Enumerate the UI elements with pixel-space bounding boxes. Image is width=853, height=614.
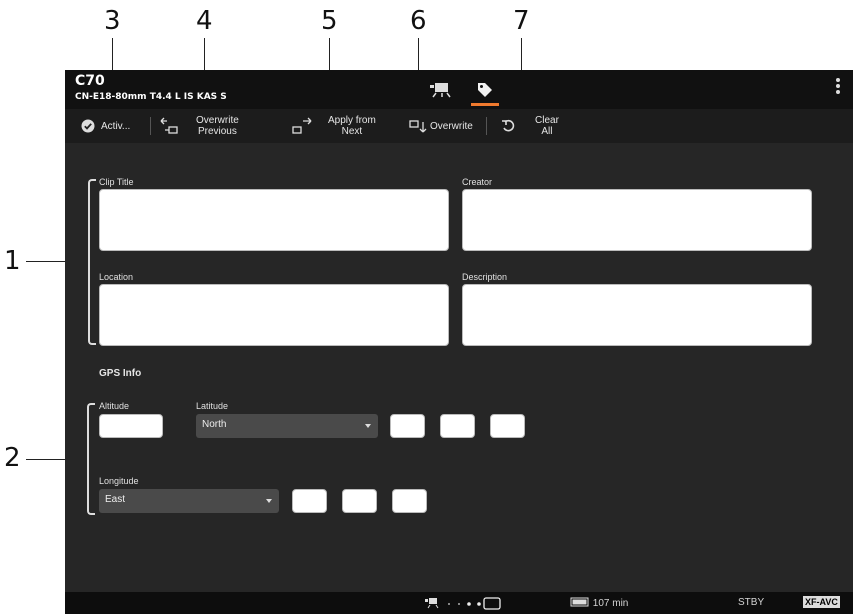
more-menu-icon[interactable] — [833, 76, 843, 98]
longitude-seconds-field[interactable] — [392, 489, 427, 513]
description-field[interactable] — [462, 284, 812, 346]
callout-7: 7 — [513, 6, 530, 36]
battery-status: 107 min — [570, 597, 628, 609]
callout-5: 5 — [321, 6, 338, 36]
undo-icon — [502, 119, 515, 132]
page-dots-icon — [425, 597, 501, 610]
overwrite-label: Overwrite — [430, 120, 473, 132]
apply-next-label-1: Apply from — [328, 115, 376, 126]
apply-from-next-button[interactable]: Apply from Next — [290, 109, 376, 143]
model-name: C70 — [75, 73, 105, 89]
tab-camera[interactable] — [420, 70, 460, 109]
latitude-degrees-field[interactable] — [390, 414, 425, 438]
recording-mode: STBY — [738, 597, 765, 608]
longitude-value: East — [105, 494, 126, 505]
overwrite-previous-button[interactable]: Overwrite Previous — [158, 109, 239, 143]
battery-time: 107 min — [592, 598, 629, 609]
callout-4: 4 — [196, 6, 213, 36]
status-bar: 107 min STBY XF-AVC — [65, 592, 853, 614]
clear-all-button[interactable]: Clear All — [501, 109, 559, 143]
callout-2: 2 — [4, 443, 21, 473]
activate-button[interactable]: Activ... — [81, 109, 130, 143]
callout-3: 3 — [104, 6, 121, 36]
latitude-minutes-field[interactable] — [440, 414, 475, 438]
clear-all-label-1: Clear — [535, 115, 559, 126]
overwrite-icon — [409, 120, 427, 133]
page-indicator — [425, 596, 520, 613]
location-field[interactable] — [99, 284, 449, 346]
creator-field[interactable] — [462, 189, 812, 251]
activate-label: Activ... — [101, 120, 131, 132]
check-circle-icon — [81, 119, 95, 133]
video-format: XF-AVC — [803, 596, 840, 608]
lens-name: CN-E18-80mm T4.4 L IS KAS S — [75, 92, 227, 102]
toolbar: Activ... Overwrite Previous Apply from N… — [65, 109, 853, 143]
overwrite-button[interactable]: Overwrite — [409, 109, 473, 143]
longitude-label: Longitude — [99, 476, 139, 486]
tag-icon — [478, 82, 492, 97]
overwrite-previous-icon — [160, 117, 178, 134]
camera-screen: C70 CN-E18-80mm T4.4 L IS KAS S Activ... — [65, 70, 853, 614]
callout-2-bracket — [87, 403, 95, 515]
longitude-degrees-field[interactable] — [292, 489, 327, 513]
camera-icon — [430, 82, 451, 97]
callout-1: 1 — [4, 246, 21, 276]
callout-6: 6 — [410, 6, 427, 36]
location-label: Location — [99, 272, 134, 282]
chevron-down-icon — [266, 499, 272, 503]
battery-icon — [570, 597, 589, 607]
overwrite-previous-label-2: Previous — [197, 126, 237, 137]
chevron-down-icon — [365, 424, 371, 428]
top-bar: C70 CN-E18-80mm T4.4 L IS KAS S — [65, 70, 853, 109]
altitude-field[interactable] — [99, 414, 163, 438]
creator-label: Creator — [462, 177, 493, 187]
latitude-select[interactable]: North — [196, 414, 378, 438]
apply-next-icon — [292, 117, 312, 134]
toolbar-divider — [486, 117, 487, 135]
altitude-label: Altitude — [99, 401, 130, 411]
clip-title-label: Clip Title — [99, 177, 134, 187]
latitude-seconds-field[interactable] — [490, 414, 525, 438]
latitude-label: Latitude — [196, 401, 229, 411]
longitude-minutes-field[interactable] — [342, 489, 377, 513]
clip-title-field[interactable] — [99, 189, 449, 251]
longitude-select[interactable]: East — [99, 489, 279, 513]
callout-1-bracket — [88, 179, 96, 345]
tab-metadata[interactable] — [465, 70, 505, 109]
toolbar-divider — [150, 117, 151, 135]
description-label: Description — [462, 272, 508, 282]
apply-next-label-2: Next — [341, 126, 363, 137]
gps-info-title: GPS Info — [99, 368, 142, 379]
clear-all-label-2: All — [541, 126, 553, 137]
overwrite-previous-label-1: Overwrite — [196, 115, 239, 126]
latitude-value: North — [202, 419, 227, 430]
